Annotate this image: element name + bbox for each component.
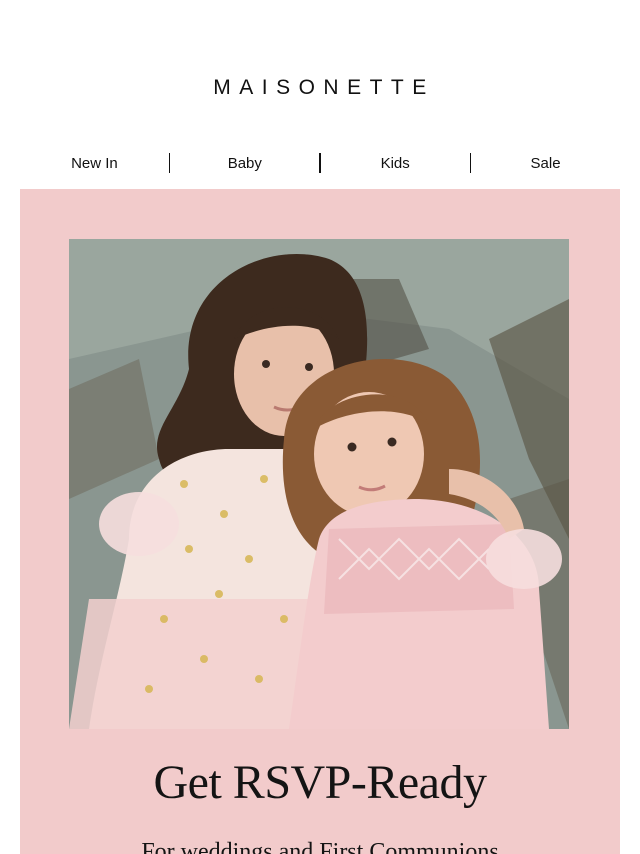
hero-photo-illustration — [69, 239, 569, 729]
nav-item-sale[interactable]: Sale — [471, 155, 620, 172]
nav-item-baby[interactable]: Baby — [170, 155, 319, 172]
category-nav: New In Baby Kids Sale — [20, 148, 620, 178]
hero-headline: Get RSVP-Ready — [153, 756, 487, 809]
nav-item-kids[interactable]: Kids — [321, 155, 470, 172]
nav-item-new-in[interactable]: New In — [20, 155, 169, 172]
hero-subline: For weddings and First Communions — [141, 839, 499, 854]
hero-panel: Get RSVP-Ready For weddings and First Co… — [20, 189, 620, 854]
email-page: MAISONETTE New In Baby Kids Sale Get RSV… — [0, 0, 640, 854]
brand-logo[interactable]: MAISONETTE — [0, 76, 640, 100]
hero-image[interactable] — [69, 239, 569, 729]
